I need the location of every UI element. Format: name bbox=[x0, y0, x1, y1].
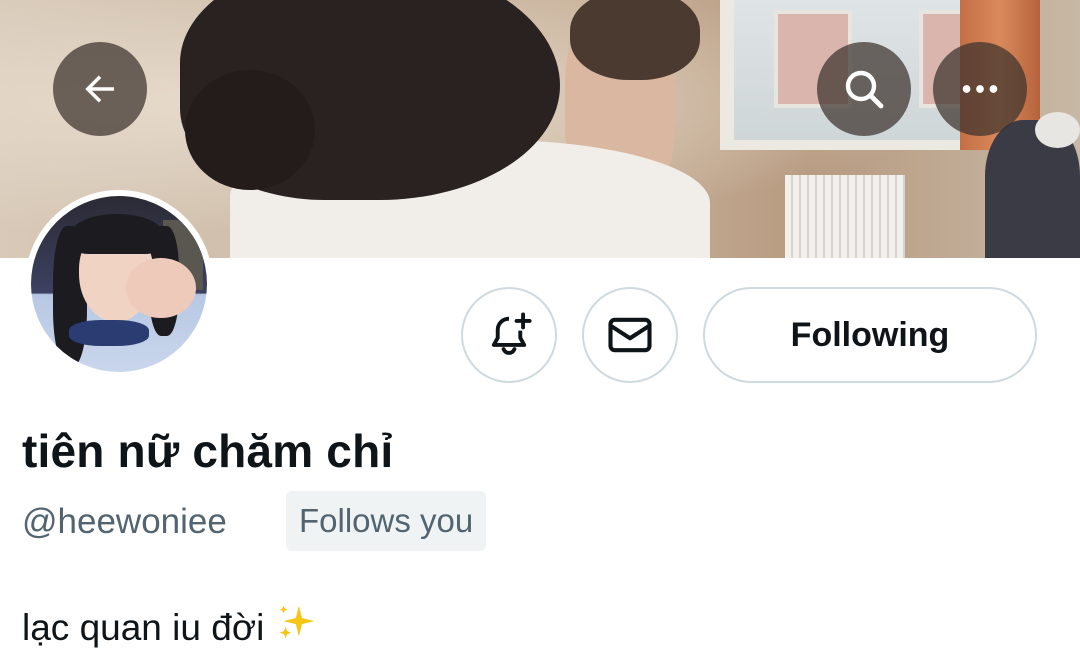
message-button[interactable] bbox=[582, 287, 678, 383]
search-icon bbox=[845, 70, 884, 109]
profile-bio: lạc quan iu đời bbox=[22, 600, 320, 655]
banner-hand bbox=[570, 0, 700, 80]
follows-you-label: Follows you bbox=[299, 502, 474, 539]
back-button[interactable] bbox=[53, 42, 147, 136]
envelope-icon bbox=[608, 317, 652, 353]
sparkles-icon bbox=[274, 600, 320, 655]
search-button[interactable] bbox=[817, 42, 911, 136]
following-button[interactable]: Following bbox=[703, 287, 1037, 383]
banner-background-person-cap bbox=[1035, 112, 1080, 148]
user-handle: @heewoniee bbox=[22, 502, 227, 541]
notifications-button[interactable] bbox=[461, 287, 557, 383]
arrow-left-icon bbox=[85, 75, 114, 103]
profile-avatar[interactable] bbox=[25, 190, 213, 378]
bell-plus-icon bbox=[491, 312, 532, 355]
banner-radiator bbox=[785, 175, 905, 258]
avatar-photo bbox=[31, 196, 207, 372]
banner-hair-bun bbox=[185, 70, 315, 190]
more-options-button[interactable] bbox=[933, 42, 1027, 136]
bio-text: lạc quan iu đời bbox=[22, 606, 265, 648]
following-button-label: Following bbox=[790, 315, 950, 354]
more-horizontal-icon bbox=[962, 85, 998, 93]
follows-you-badge: Follows you bbox=[286, 491, 487, 551]
display-name: tiên nữ chăm chỉ bbox=[22, 425, 394, 477]
